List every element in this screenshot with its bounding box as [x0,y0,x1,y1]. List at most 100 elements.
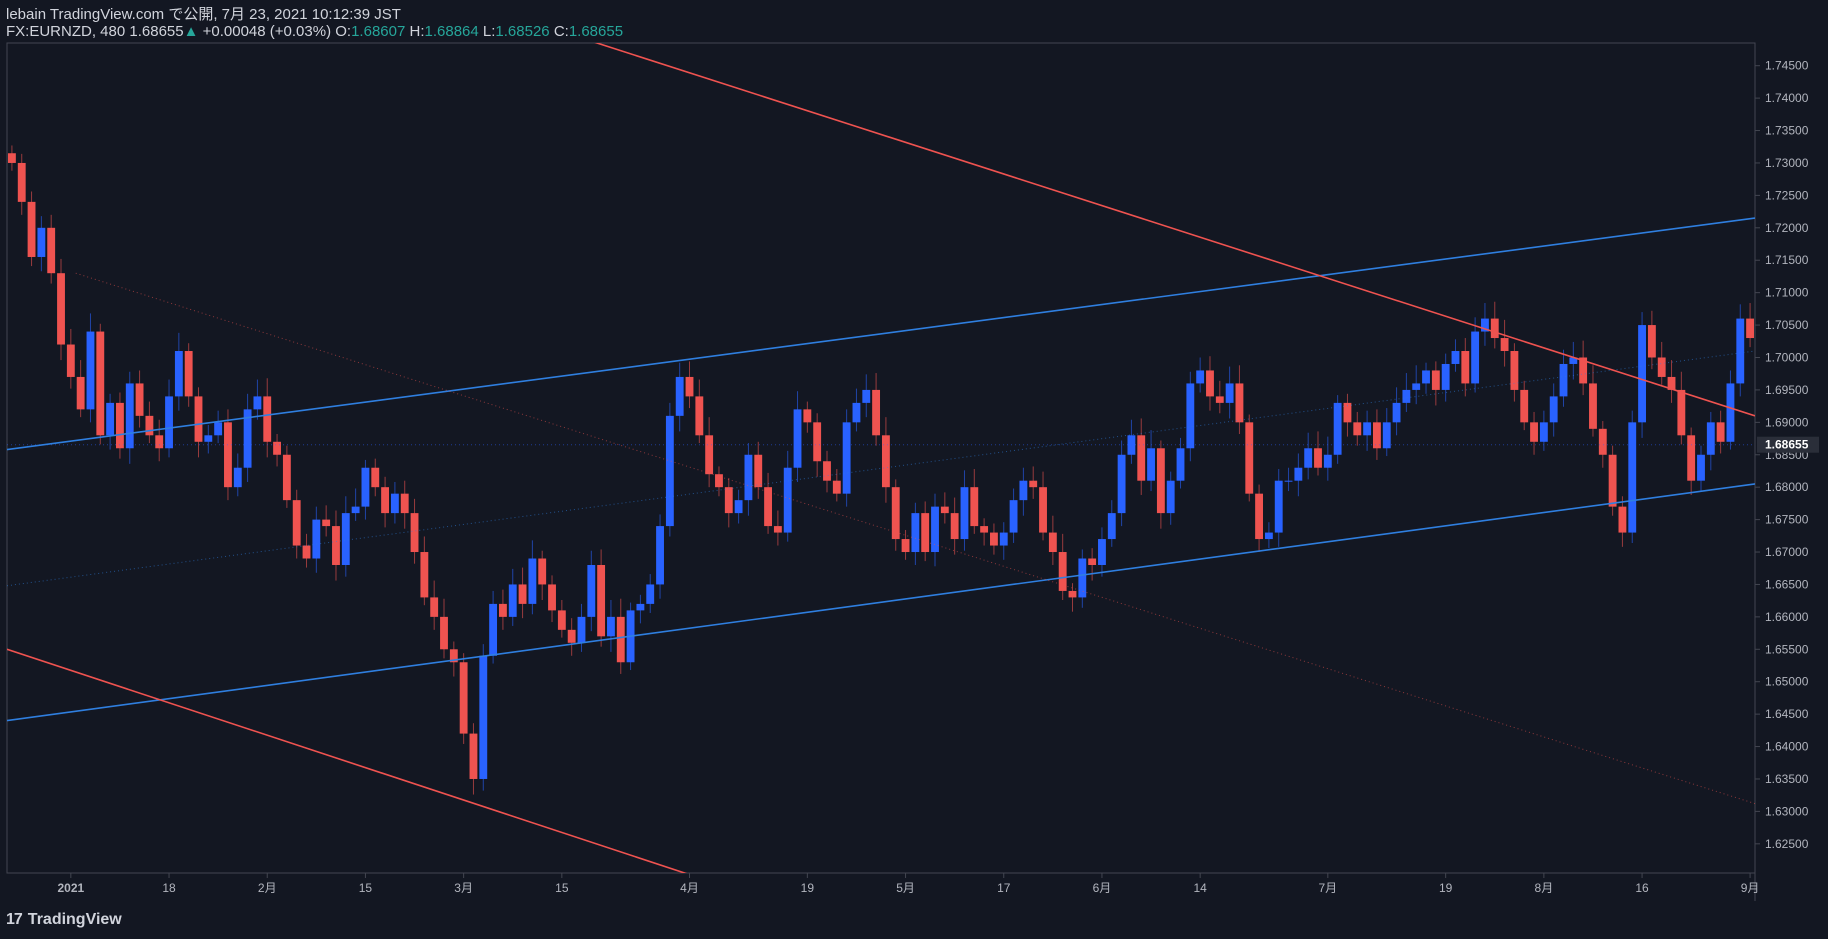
candle-body [440,616,448,650]
candle-body [587,564,596,617]
candle-body [66,344,75,377]
candle-body [1304,448,1313,468]
plot-area [7,43,1755,873]
candle-body [459,662,468,734]
candle-body [567,629,576,643]
candle-body [390,493,399,514]
price-chart[interactable]: 1.74500 1.74000 1.73500 1.73000 1.72500 1.720… [0,0,1828,939]
candle-body [764,487,772,527]
candle-body [1412,383,1421,390]
candle-body [1058,552,1067,591]
candle-body [656,526,664,585]
candle-body [204,435,213,442]
y-tick-label: 1.66500 [1765,577,1809,591]
candle-body [1422,370,1430,384]
candle-body [76,376,85,410]
candle-body [685,376,694,397]
candle-body [1471,331,1480,384]
y-tick-label: 1.62500 [1765,837,1809,851]
candle-body [1490,318,1499,339]
candle-body [214,422,223,436]
candle-body [1549,396,1558,423]
x-tick-label: 2021 [57,881,84,895]
downtrend-mid-line [75,272,1755,805]
candle-body [282,454,291,501]
candle-body [1716,422,1725,442]
candle-body [1039,487,1047,533]
candle-body [224,422,232,488]
candle-body [783,467,792,533]
tradingview-brand: TradingView [27,911,122,928]
x-tick-label: 16 [1635,881,1649,895]
candle-body [577,616,586,643]
candle-body [106,402,115,436]
x-tick-label: 19 [1439,881,1453,895]
candle-body [1598,428,1607,455]
y-tick-label: 1.72000 [1765,221,1809,235]
candle-body [1098,539,1106,565]
candle-body [1461,351,1470,384]
y-tick-label: 1.63000 [1765,804,1809,818]
candle-body [803,409,812,423]
candle-body [528,558,537,604]
candle-body [911,513,920,553]
x-tick-label: 6月 [1093,881,1112,895]
candle-body [891,487,900,540]
candle-body [430,597,439,617]
y-tick-label: 1.71500 [1765,253,1809,267]
candle-body [1353,422,1362,436]
candle-body [881,435,890,488]
candle-body [184,351,193,397]
candle-body [1235,383,1244,423]
candle-body [734,500,743,514]
x-tick-label: 19 [801,881,815,895]
candle-body [675,376,684,416]
candle-body [715,474,723,488]
candle-body [1048,532,1057,553]
candle-body [1314,448,1322,468]
candle-body [1677,389,1686,436]
plot-frame [6,42,1756,874]
last-price-label: 1.68655 [1765,438,1809,452]
candle-body [1274,480,1283,533]
candle-body [538,558,547,585]
candle-body [1736,318,1745,384]
candle-body [1697,454,1705,481]
x-tick-label: 7月 [1318,881,1337,895]
x-tick-label: 4月 [680,881,699,895]
y-tick-label: 1.67000 [1765,545,1809,559]
candle-body [233,467,242,488]
candle-body [1706,422,1715,455]
x-tick-label: 5月 [896,881,915,895]
candle-body [1107,513,1116,540]
candle-body [999,532,1008,546]
candle-body [921,513,930,553]
candle-body [1431,370,1440,390]
candle-body [1510,351,1519,390]
candle-body [361,467,370,507]
candle-body [332,526,340,565]
candle-body [1647,325,1656,358]
candle-body [135,383,144,416]
candle-body [322,519,331,527]
channel-mid-line [7,350,1755,587]
candle-body [1245,422,1254,494]
candle-body [1156,448,1165,514]
x-tick-label: 17 [997,881,1011,895]
candle-body [1333,402,1342,455]
candle-body [116,402,124,449]
candle-body [7,153,16,163]
candle-body [646,584,655,604]
candle-body [931,506,939,553]
candle-body [695,396,704,436]
candle-body [1176,448,1185,481]
candle-body [125,383,134,449]
y-tick-label: 1.69500 [1765,383,1809,397]
candle-body [86,331,95,410]
candle-body [1088,558,1097,565]
candle-body [1147,448,1155,481]
tradingview-logo-icon: 17 [6,911,23,928]
candle-body [1363,422,1372,436]
candle-body [1019,480,1028,501]
candle-body [950,513,959,540]
